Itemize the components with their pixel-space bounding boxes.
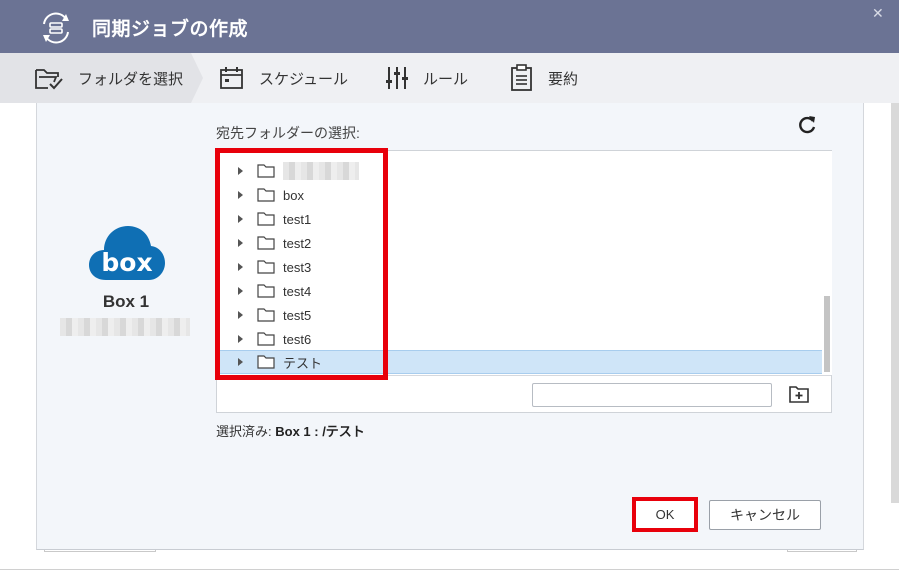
window-title: 同期ジョブの作成 (92, 18, 249, 40)
redacted-account-info (60, 318, 190, 336)
step-schedule[interactable]: スケジュール (219, 53, 348, 103)
folder-name: test2 (283, 235, 312, 251)
tree-item-selected[interactable]: テスト (217, 350, 823, 374)
account-name: Box 1 (102, 292, 150, 311)
tree-item[interactable]: test4 (217, 279, 823, 303)
selected-value: Box 1 : /テスト (275, 424, 365, 439)
tree-scrollbar-thumb[interactable] (824, 296, 830, 372)
folder-icon (257, 332, 275, 346)
folder-name: test3 (283, 259, 312, 275)
folder-icon (257, 164, 275, 178)
expand-caret-icon[interactable] (238, 239, 243, 247)
active-step-arrow (191, 53, 203, 103)
step-label: 要約 (548, 70, 579, 88)
step-summary[interactable]: 要約 (510, 53, 578, 103)
bottom-divider (0, 569, 899, 570)
tree-divider (217, 375, 831, 376)
expand-caret-icon[interactable] (238, 358, 243, 366)
box-logo-icon: box (89, 226, 165, 280)
calendar-icon (220, 67, 243, 89)
folder-icon (257, 212, 275, 226)
sync-job-icon (43, 12, 69, 44)
refresh-icon[interactable] (796, 114, 818, 136)
folder-icon (257, 308, 275, 322)
title-bar: 同期ジョブの作成 ✕ (0, 0, 899, 53)
folder-icon (257, 355, 275, 369)
new-folder-icon[interactable] (788, 384, 810, 404)
step-label: スケジュール (259, 70, 348, 88)
tree-item[interactable]: test3 (217, 255, 823, 279)
tree-item[interactable]: test2 (217, 231, 823, 255)
tree-item[interactable]: test1 (217, 207, 823, 231)
folder-name: test5 (283, 307, 312, 323)
expand-caret-icon[interactable] (238, 191, 243, 199)
step-rules[interactable]: ルール (385, 53, 468, 103)
wizard-steps: フォルダを選択 スケジュール ルール 要約 (0, 53, 899, 103)
expand-caret-icon[interactable] (238, 263, 243, 271)
folder-tree[interactable]: box test1 test2 test3 test4 test5 test6 … (216, 150, 832, 413)
selected-path: 選択済み: Box 1 : /テスト (216, 421, 365, 440)
step-label: フォルダを選択 (78, 70, 184, 88)
tree-item[interactable]: test5 (217, 303, 823, 327)
box-logo-text: box (101, 248, 152, 277)
folder-name: テスト (283, 355, 323, 371)
expand-caret-icon[interactable] (238, 215, 243, 223)
new-folder-name-input[interactable] (532, 383, 772, 407)
folder-icon (257, 236, 275, 250)
folder-name: test6 (283, 331, 312, 347)
step-label: ルール (423, 70, 469, 88)
folder-icon (257, 260, 275, 274)
expand-caret-icon[interactable] (238, 311, 243, 319)
page-scrollbar[interactable] (891, 103, 899, 503)
redacted-folder-name (283, 162, 359, 180)
folder-name: test4 (283, 283, 312, 299)
tree-item[interactable]: box (217, 183, 823, 207)
ok-button[interactable]: OK (632, 497, 698, 532)
sliders-icon (386, 67, 408, 89)
folder-icon (257, 188, 275, 202)
cancel-button[interactable]: キャンセル (709, 500, 821, 530)
close-icon[interactable]: ✕ (872, 6, 884, 22)
expand-caret-icon[interactable] (238, 167, 243, 175)
folder-check-icon (35, 69, 63, 90)
destination-folder-label: 宛先フォルダーの選択: (216, 125, 360, 141)
tree-item[interactable] (217, 159, 823, 183)
clipboard-icon (511, 64, 532, 91)
expand-caret-icon[interactable] (238, 335, 243, 343)
expand-caret-icon[interactable] (238, 287, 243, 295)
folder-name: test1 (283, 211, 312, 227)
tree-item[interactable]: test6 (217, 327, 823, 351)
step-select-folder[interactable]: フォルダを選択 (34, 53, 183, 103)
folder-icon (257, 284, 275, 298)
folder-name: box (283, 187, 304, 203)
selected-prefix: 選択済み: (216, 424, 276, 439)
